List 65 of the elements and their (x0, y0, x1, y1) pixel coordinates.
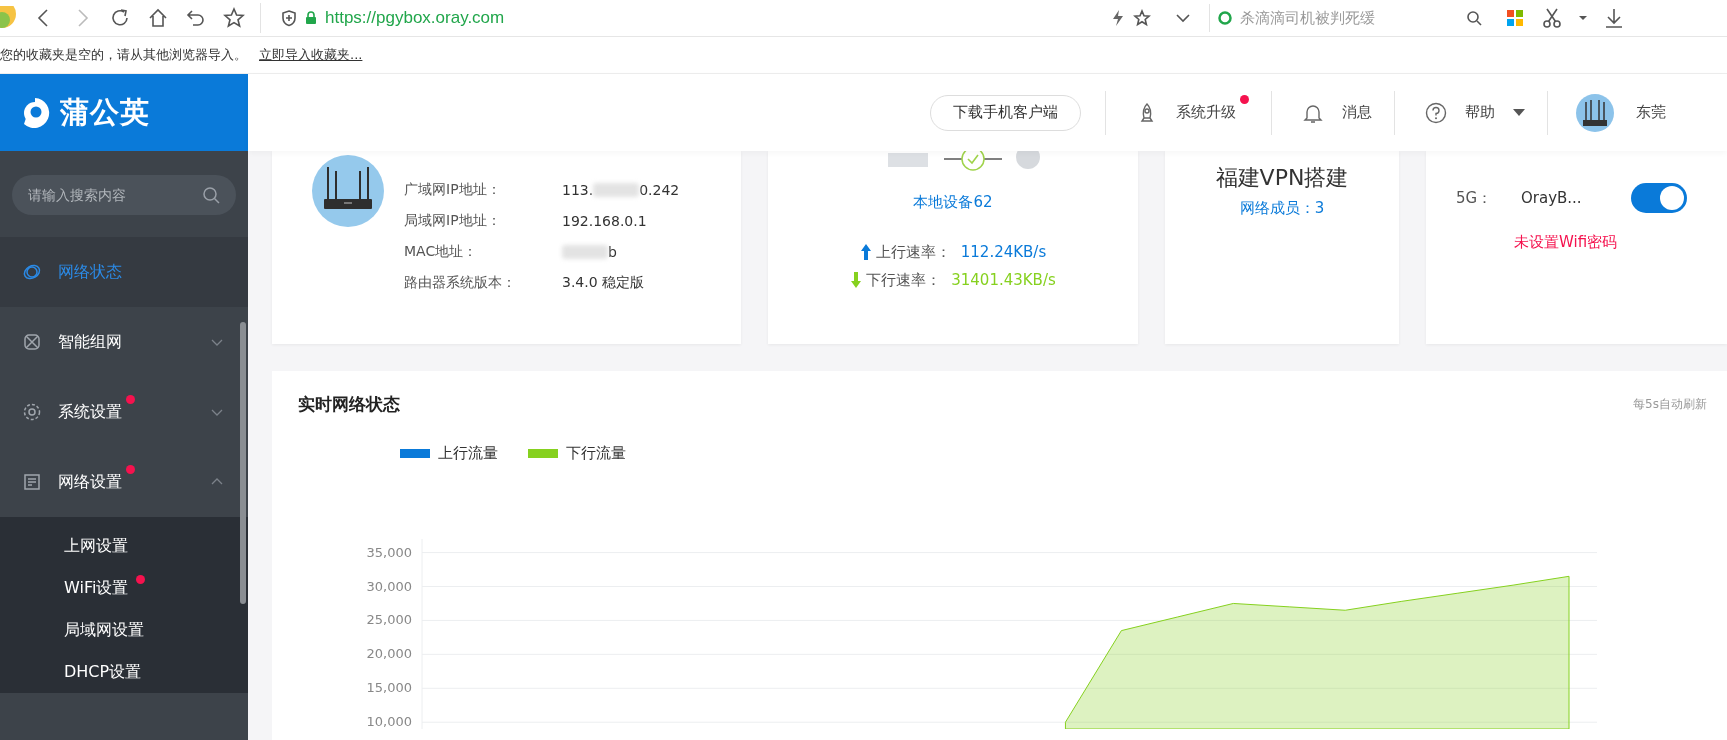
members-link[interactable]: 网络成员：3 (1239, 199, 1325, 218)
axis-tick-label: 25,000 (366, 612, 412, 628)
sidebar-item[interactable]: 网络设置 (0, 447, 248, 517)
axis-tick-label: 35,000 (366, 544, 412, 560)
header-menu-item[interactable]: 消息 (1272, 92, 1394, 133)
arrow-up-icon (859, 244, 872, 260)
header-menu-item[interactable]: 帮助 (1395, 92, 1547, 133)
logo-text: 蒲公英 (60, 93, 150, 131)
wifi-password-warning[interactable]: 未设置Wifi密码 (1514, 233, 1727, 252)
bookmarks-message: 您的收藏夹是空的，请从其他浏览器导入。 (0, 46, 247, 64)
scissors-icon[interactable] (1540, 6, 1564, 30)
search-icon[interactable] (202, 186, 220, 204)
search-field[interactable]: 杀滴滴司机被判死缓 (1209, 4, 1490, 32)
submenu-item[interactable]: 上网设置 (0, 525, 248, 567)
user-name[interactable]: 东莞 (1636, 103, 1666, 122)
submenu-item[interactable]: WiFi设置 (0, 567, 248, 609)
help-icon (1425, 101, 1447, 124)
download-app-button[interactable]: 下载手机客户端 (930, 94, 1081, 131)
apps-icon[interactable] (1504, 7, 1526, 29)
axis-tick-label: 30,000 (366, 578, 412, 594)
wifi-name: OrayB... (1521, 189, 1583, 207)
chart-title: 实时网络状态 (298, 393, 400, 416)
document-icon (22, 472, 42, 492)
search-engine-logo-icon (1217, 10, 1233, 26)
rate-value: 112.24KB/s (960, 243, 1047, 261)
rate-label: 下行速率： (866, 270, 942, 290)
sidebar-item[interactable]: 智能组网 (0, 307, 248, 377)
field-value: 3.4.0 稳定版 (562, 273, 645, 292)
submenu-item[interactable]: 局域网设置 (0, 609, 248, 651)
axis-tick-label: 15,000 (366, 680, 412, 696)
local-devices-link[interactable]: 本地设备62 (913, 193, 993, 212)
refresh-note: 每5s自动刷新 (1633, 396, 1707, 413)
lock-icon (305, 11, 317, 25)
field-label: 路由器系统版本： (404, 273, 517, 292)
band-label: 5G： (1456, 188, 1494, 208)
vpn-title: 福建VPN搭建 (1215, 164, 1349, 192)
avatar-icon[interactable] (1576, 93, 1614, 132)
router-icon (312, 155, 384, 227)
legend-label: 下行流量 (566, 444, 626, 463)
star-icon[interactable] (222, 6, 246, 30)
field-label: 局域网IP地址： (404, 211, 502, 230)
field-label: 广域网IP地址： (404, 180, 502, 199)
field-value: 113. 0.242 (562, 181, 680, 198)
sidebar-item[interactable]: 系统设置 (0, 377, 248, 447)
axis-tick-label: 10,000 (366, 714, 412, 729)
header-menu-item[interactable]: 系统升级 (1106, 92, 1271, 133)
arrow-down-icon (850, 272, 863, 288)
field-value: 192.168.0.1 (562, 212, 647, 229)
wifi-toggle[interactable] (1631, 183, 1687, 213)
globe-icon (22, 262, 42, 282)
axis-tick-label: 20,000 (366, 646, 412, 662)
field-label: MAC地址： (404, 242, 479, 261)
import-bookmarks-link[interactable]: 立即导入收藏夹... (259, 46, 363, 64)
submenu-item[interactable]: DHCP设置 (0, 651, 248, 693)
search-icon[interactable] (1466, 10, 1482, 26)
rate-value: 31401.43KB/s (951, 271, 1056, 289)
scrollbar[interactable] (240, 322, 246, 604)
shield-icon (281, 9, 297, 27)
legend-label: 上行流量 (438, 444, 498, 463)
url-text: https://pgybox.oray.com (325, 8, 505, 28)
search-field[interactable]: 请输入搜索内容 (12, 175, 236, 215)
lightning-icon[interactable] (1111, 9, 1125, 27)
star-icon[interactable] (1133, 9, 1151, 27)
field-value: b (562, 243, 617, 260)
rate-label: 上行速率： (875, 242, 951, 262)
